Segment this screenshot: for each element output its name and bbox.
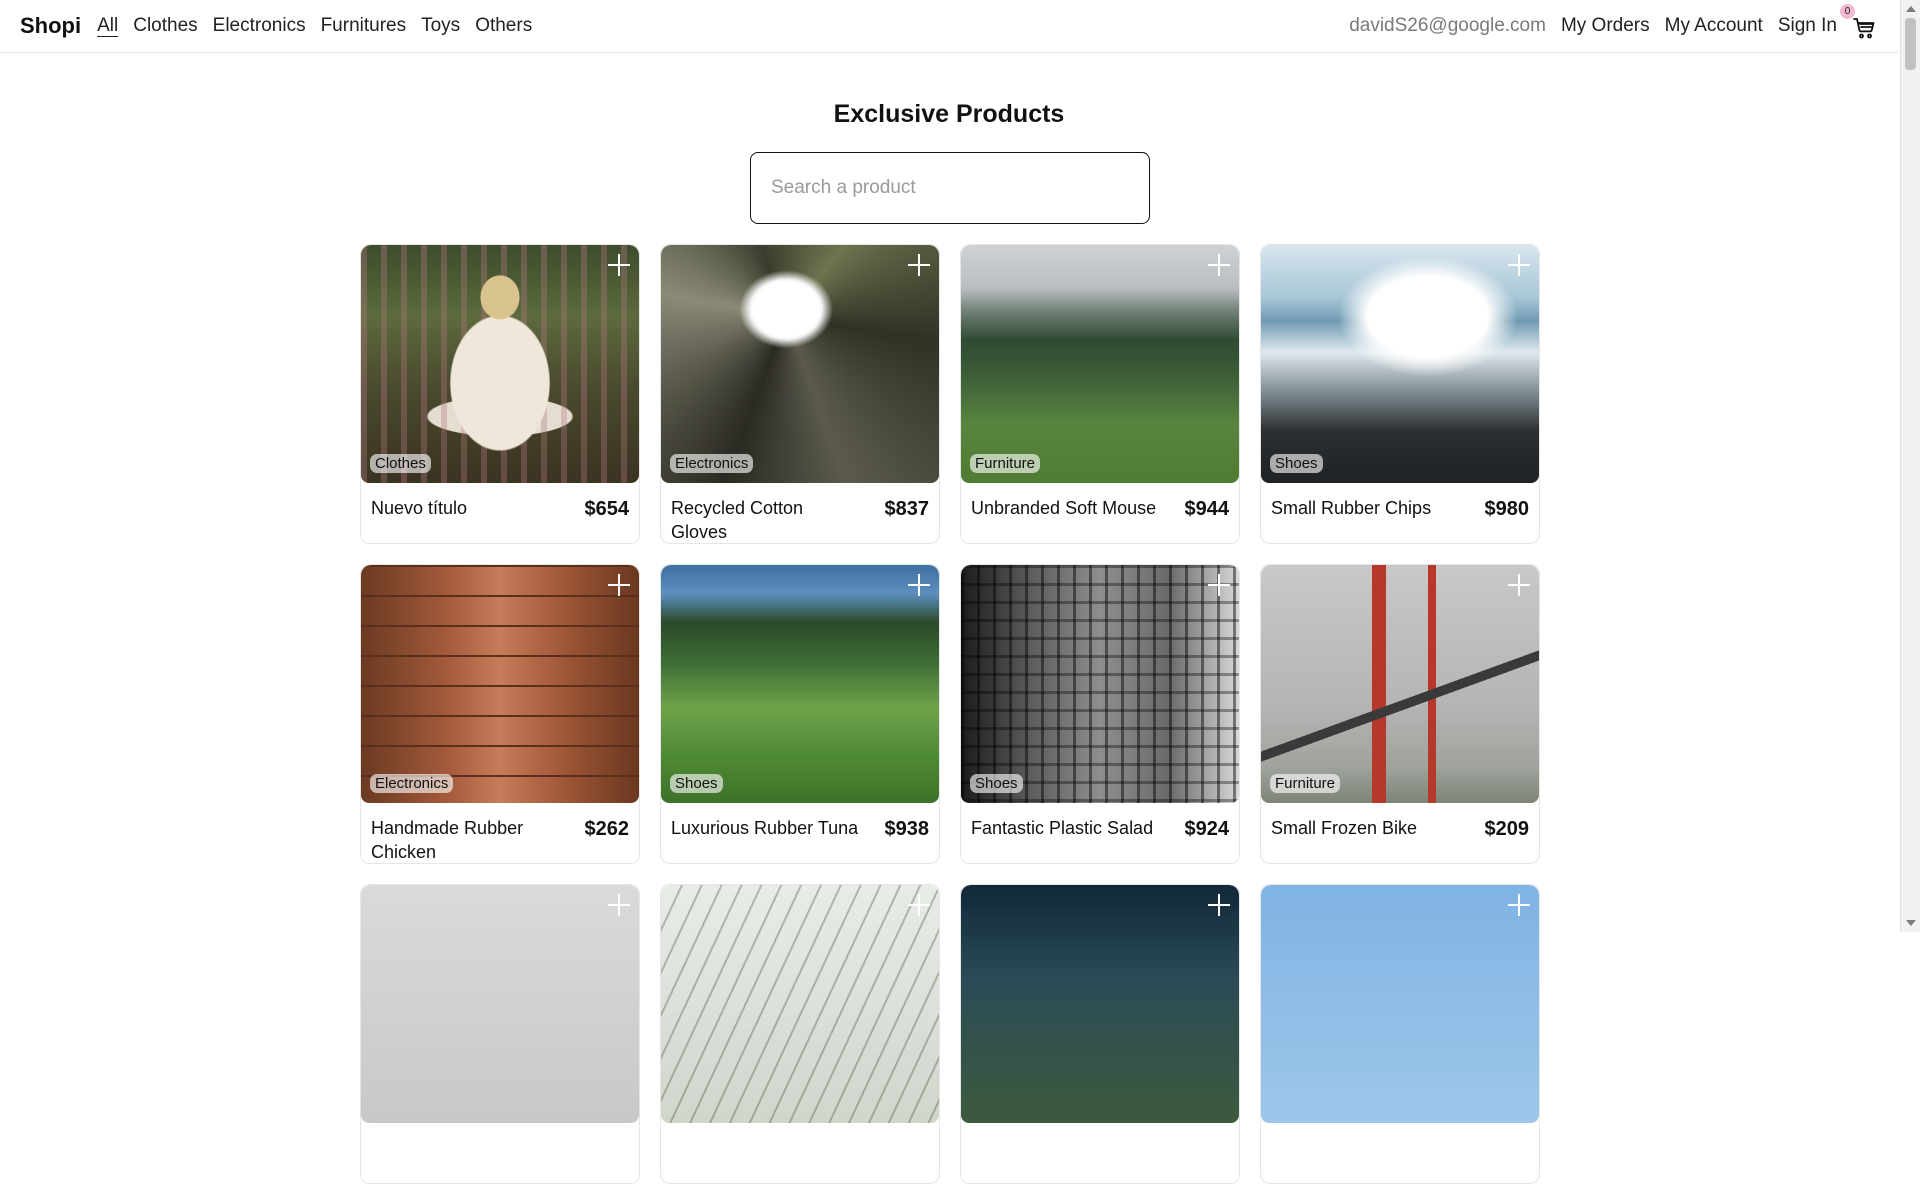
product-image (961, 885, 1239, 1123)
brand-logo[interactable]: Shopi (20, 13, 81, 39)
add-to-cart-plus-icon[interactable] (606, 892, 632, 918)
navbar: Shopi All Clothes Electronics Furnitures… (0, 0, 1898, 53)
product-card[interactable] (1260, 884, 1540, 1184)
product-grid: Clothes Nuevo título $654 Electronics Re… (360, 244, 1540, 1184)
user-email: davidS26@google.com (1349, 15, 1546, 36)
category-badge: Electronics (670, 454, 754, 473)
product-title: Handmade Rubber Chicken (371, 818, 524, 862)
shopping-cart-icon (1853, 18, 1875, 39)
product-card[interactable]: Furniture Small Frozen Bike $209 (1260, 564, 1540, 864)
category-badge: Clothes (370, 454, 431, 473)
product-card[interactable] (360, 884, 640, 1184)
add-to-cart-plus-icon[interactable] (1206, 572, 1232, 598)
product-image: Shoes (961, 565, 1239, 803)
product-price: $944 (1184, 498, 1230, 520)
product-title: Small Rubber Chips (1271, 498, 1432, 518)
scrollbar-thumb[interactable] (1905, 18, 1916, 70)
product-image: Clothes (361, 245, 639, 483)
product-title: Nuevo título (371, 498, 468, 518)
nav-category-others[interactable]: Others (475, 15, 532, 37)
product-image (661, 885, 939, 1123)
sign-in-link[interactable]: Sign In (1778, 15, 1837, 37)
search-input[interactable] (750, 152, 1150, 224)
add-to-cart-plus-icon[interactable] (606, 572, 632, 598)
product-info: Small Frozen Bike $209 (1261, 803, 1539, 842)
product-title: Fantastic Plastic Salad (971, 818, 1154, 838)
nav-category-furnitures[interactable]: Furnitures (321, 15, 407, 37)
nav-category-toys[interactable]: Toys (421, 15, 460, 37)
category-badge: Shoes (670, 774, 723, 793)
product-title: Recycled Cotton Gloves (671, 498, 804, 542)
nav-left: Shopi All Clothes Electronics Furnitures… (20, 13, 547, 39)
nav-right: davidS26@google.com My Orders My Account… (1349, 4, 1898, 39)
product-card[interactable]: Furniture Unbranded Soft Mouse $944 (960, 244, 1240, 544)
add-to-cart-plus-icon[interactable] (606, 252, 632, 278)
page-title: Exclusive Products (833, 100, 1065, 128)
product-title: Luxurious Rubber Tuna (671, 818, 859, 838)
add-to-cart-plus-icon[interactable] (1206, 252, 1232, 278)
nav-category-electronics[interactable]: Electronics (213, 15, 306, 37)
nav-category-all[interactable]: All (97, 15, 118, 37)
product-image (1261, 885, 1539, 1123)
product-card[interactable] (660, 884, 940, 1184)
scroll-up-arrow-icon[interactable] (1906, 6, 1916, 12)
product-info: Handmade Rubber Chicken $262 (361, 803, 639, 863)
product-card[interactable]: Shoes Luxurious Rubber Tuna $938 (660, 564, 940, 864)
add-to-cart-plus-icon[interactable] (1506, 892, 1532, 918)
category-badge: Electronics (370, 774, 454, 793)
product-image: Electronics (661, 245, 939, 483)
product-card[interactable]: Shoes Fantastic Plastic Salad $924 (960, 564, 1240, 864)
product-image: Electronics (361, 565, 639, 803)
product-info: Nuevo título $654 (361, 483, 639, 522)
category-badge: Furniture (970, 454, 1041, 473)
my-orders-link[interactable]: My Orders (1561, 15, 1650, 37)
product-card[interactable]: Electronics Handmade Rubber Chicken $262 (360, 564, 640, 864)
product-price: $837 (884, 498, 930, 520)
category-badge: Shoes (970, 774, 1023, 793)
add-to-cart-plus-icon[interactable] (1206, 892, 1232, 918)
product-info: Fantastic Plastic Salad $924 (961, 803, 1239, 842)
add-to-cart-plus-icon[interactable] (906, 252, 932, 278)
my-account-link[interactable]: My Account (1665, 15, 1763, 37)
product-image: Shoes (1261, 245, 1539, 483)
category-badge: Furniture (1270, 774, 1341, 793)
add-to-cart-plus-icon[interactable] (1506, 252, 1532, 278)
product-card[interactable]: Shoes Small Rubber Chips $980 (1260, 244, 1540, 544)
product-image: Furniture (1261, 565, 1539, 803)
product-image: Shoes (661, 565, 939, 803)
add-to-cart-plus-icon[interactable] (1506, 572, 1532, 598)
product-price: $938 (884, 818, 930, 840)
product-price: $924 (1184, 818, 1230, 840)
product-price: $209 (1484, 818, 1530, 840)
product-info: Recycled Cotton Gloves $837 (661, 483, 939, 543)
product-price: $654 (584, 498, 630, 520)
product-image: Furniture (961, 245, 1239, 483)
product-card[interactable]: Clothes Nuevo título $654 (360, 244, 640, 544)
add-to-cart-plus-icon[interactable] (906, 572, 932, 598)
nav-category-clothes[interactable]: Clothes (133, 15, 197, 37)
product-price: $980 (1484, 498, 1530, 520)
category-badge: Shoes (1270, 454, 1323, 473)
product-title: Small Frozen Bike (1271, 818, 1418, 838)
product-info: Luxurious Rubber Tuna $938 (661, 803, 939, 842)
scroll-down-arrow-icon[interactable] (1906, 920, 1916, 926)
product-price: $262 (584, 818, 630, 840)
product-title: Unbranded Soft Mouse (971, 498, 1157, 518)
product-card[interactable]: Electronics Recycled Cotton Gloves $837 (660, 244, 940, 544)
vertical-scrollbar[interactable] (1900, 0, 1920, 932)
add-to-cart-plus-icon[interactable] (906, 892, 932, 918)
product-info: Small Rubber Chips $980 (1261, 483, 1539, 522)
cart-button[interactable]: 0 (1840, 4, 1878, 39)
product-info: Unbranded Soft Mouse $944 (961, 483, 1239, 522)
product-card[interactable] (960, 884, 1240, 1184)
product-image (361, 885, 639, 1123)
